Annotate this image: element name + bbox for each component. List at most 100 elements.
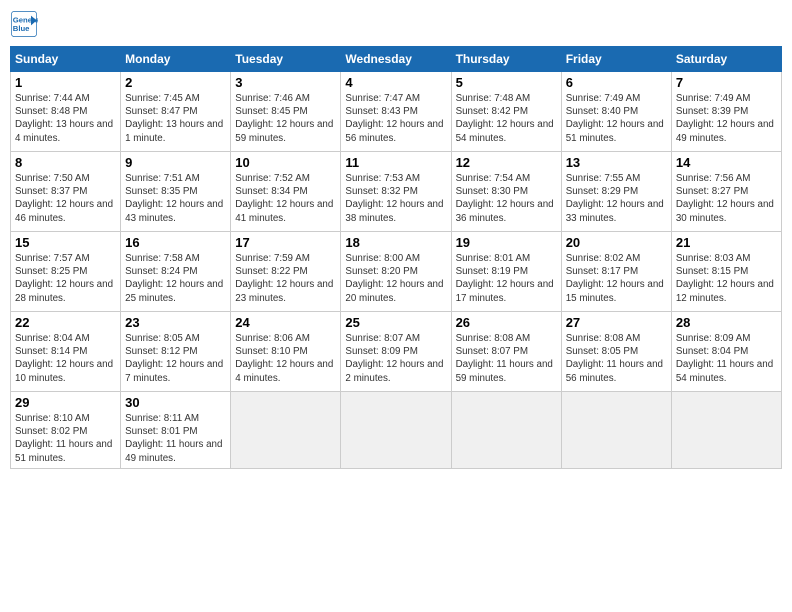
day-info: Sunrise: 8:02 AM Sunset: 8:17 PM Dayligh… <box>566 252 667 305</box>
day-cell-29: 29 Sunrise: 8:10 AM Sunset: 8:02 PM Dayl… <box>11 392 121 469</box>
day-cell-24: 24 Sunrise: 8:06 AM Sunset: 8:10 PM Dayl… <box>231 312 341 392</box>
day-cell-17: 17 Sunrise: 7:59 AM Sunset: 8:22 PM Dayl… <box>231 232 341 312</box>
day-cell-27: 27 Sunrise: 8:08 AM Sunset: 8:05 PM Dayl… <box>561 312 671 392</box>
day-cell-28: 28 Sunrise: 8:09 AM Sunset: 8:04 PM Dayl… <box>671 312 781 392</box>
day-info: Sunrise: 7:48 AM Sunset: 8:42 PM Dayligh… <box>456 92 557 145</box>
day-number: 6 <box>566 75 667 90</box>
empty-cell <box>561 392 671 469</box>
day-info: Sunrise: 7:51 AM Sunset: 8:35 PM Dayligh… <box>125 172 226 225</box>
svg-text:Blue: Blue <box>13 24 30 33</box>
day-number: 3 <box>235 75 336 90</box>
day-number: 12 <box>456 155 557 170</box>
day-number: 21 <box>676 235 777 250</box>
day-cell-22: 22 Sunrise: 8:04 AM Sunset: 8:14 PM Dayl… <box>11 312 121 392</box>
day-cell-3: 3 Sunrise: 7:46 AM Sunset: 8:45 PM Dayli… <box>231 72 341 152</box>
day-info: Sunrise: 7:53 AM Sunset: 8:32 PM Dayligh… <box>345 172 446 225</box>
day-number: 10 <box>235 155 336 170</box>
day-info: Sunrise: 7:49 AM Sunset: 8:39 PM Dayligh… <box>676 92 777 145</box>
day-cell-12: 12 Sunrise: 7:54 AM Sunset: 8:30 PM Dayl… <box>451 152 561 232</box>
day-cell-8: 8 Sunrise: 7:50 AM Sunset: 8:37 PM Dayli… <box>11 152 121 232</box>
calendar-week: 8 Sunrise: 7:50 AM Sunset: 8:37 PM Dayli… <box>11 152 782 232</box>
day-number: 28 <box>676 315 777 330</box>
day-cell-25: 25 Sunrise: 8:07 AM Sunset: 8:09 PM Dayl… <box>341 312 451 392</box>
day-number: 15 <box>15 235 116 250</box>
weekday-sunday: Sunday <box>11 47 121 72</box>
day-number: 8 <box>15 155 116 170</box>
day-cell-23: 23 Sunrise: 8:05 AM Sunset: 8:12 PM Dayl… <box>121 312 231 392</box>
day-cell-19: 19 Sunrise: 8:01 AM Sunset: 8:19 PM Dayl… <box>451 232 561 312</box>
day-cell-1: 1 Sunrise: 7:44 AM Sunset: 8:48 PM Dayli… <box>11 72 121 152</box>
day-info: Sunrise: 7:46 AM Sunset: 8:45 PM Dayligh… <box>235 92 336 145</box>
day-cell-30: 30 Sunrise: 8:11 AM Sunset: 8:01 PM Dayl… <box>121 392 231 469</box>
day-cell-14: 14 Sunrise: 7:56 AM Sunset: 8:27 PM Dayl… <box>671 152 781 232</box>
weekday-saturday: Saturday <box>671 47 781 72</box>
day-cell-13: 13 Sunrise: 7:55 AM Sunset: 8:29 PM Dayl… <box>561 152 671 232</box>
day-info: Sunrise: 7:52 AM Sunset: 8:34 PM Dayligh… <box>235 172 336 225</box>
day-info: Sunrise: 8:00 AM Sunset: 8:20 PM Dayligh… <box>345 252 446 305</box>
empty-cell <box>451 392 561 469</box>
weekday-monday: Monday <box>121 47 231 72</box>
weekday-tuesday: Tuesday <box>231 47 341 72</box>
day-number: 1 <box>15 75 116 90</box>
day-info: Sunrise: 7:56 AM Sunset: 8:27 PM Dayligh… <box>676 172 777 225</box>
weekday-wednesday: Wednesday <box>341 47 451 72</box>
day-cell-7: 7 Sunrise: 7:49 AM Sunset: 8:39 PM Dayli… <box>671 72 781 152</box>
day-number: 19 <box>456 235 557 250</box>
logo: General Blue <box>10 10 42 38</box>
day-number: 5 <box>456 75 557 90</box>
day-cell-16: 16 Sunrise: 7:58 AM Sunset: 8:24 PM Dayl… <box>121 232 231 312</box>
day-info: Sunrise: 8:08 AM Sunset: 8:07 PM Dayligh… <box>456 332 557 385</box>
day-info: Sunrise: 7:57 AM Sunset: 8:25 PM Dayligh… <box>15 252 116 305</box>
day-info: Sunrise: 7:59 AM Sunset: 8:22 PM Dayligh… <box>235 252 336 305</box>
day-info: Sunrise: 7:47 AM Sunset: 8:43 PM Dayligh… <box>345 92 446 145</box>
calendar-week: 29 Sunrise: 8:10 AM Sunset: 8:02 PM Dayl… <box>11 392 782 469</box>
day-info: Sunrise: 8:11 AM Sunset: 8:01 PM Dayligh… <box>125 412 226 465</box>
empty-cell <box>341 392 451 469</box>
weekday-thursday: Thursday <box>451 47 561 72</box>
day-info: Sunrise: 7:50 AM Sunset: 8:37 PM Dayligh… <box>15 172 116 225</box>
day-info: Sunrise: 8:06 AM Sunset: 8:10 PM Dayligh… <box>235 332 336 385</box>
day-number: 9 <box>125 155 226 170</box>
calendar-week: 22 Sunrise: 8:04 AM Sunset: 8:14 PM Dayl… <box>11 312 782 392</box>
calendar-week: 1 Sunrise: 7:44 AM Sunset: 8:48 PM Dayli… <box>11 72 782 152</box>
day-number: 22 <box>15 315 116 330</box>
calendar-body: 1 Sunrise: 7:44 AM Sunset: 8:48 PM Dayli… <box>11 72 782 469</box>
day-number: 4 <box>345 75 446 90</box>
day-info: Sunrise: 7:49 AM Sunset: 8:40 PM Dayligh… <box>566 92 667 145</box>
day-cell-26: 26 Sunrise: 8:08 AM Sunset: 8:07 PM Dayl… <box>451 312 561 392</box>
day-info: Sunrise: 7:45 AM Sunset: 8:47 PM Dayligh… <box>125 92 226 145</box>
day-cell-11: 11 Sunrise: 7:53 AM Sunset: 8:32 PM Dayl… <box>341 152 451 232</box>
empty-cell <box>671 392 781 469</box>
day-number: 2 <box>125 75 226 90</box>
day-number: 17 <box>235 235 336 250</box>
day-info: Sunrise: 8:04 AM Sunset: 8:14 PM Dayligh… <box>15 332 116 385</box>
day-cell-10: 10 Sunrise: 7:52 AM Sunset: 8:34 PM Dayl… <box>231 152 341 232</box>
calendar: SundayMondayTuesdayWednesdayThursdayFrid… <box>10 46 782 469</box>
day-number: 25 <box>345 315 446 330</box>
weekday-friday: Friday <box>561 47 671 72</box>
day-number: 13 <box>566 155 667 170</box>
day-info: Sunrise: 7:44 AM Sunset: 8:48 PM Dayligh… <box>15 92 116 145</box>
day-info: Sunrise: 8:01 AM Sunset: 8:19 PM Dayligh… <box>456 252 557 305</box>
day-info: Sunrise: 8:05 AM Sunset: 8:12 PM Dayligh… <box>125 332 226 385</box>
day-number: 23 <box>125 315 226 330</box>
day-cell-6: 6 Sunrise: 7:49 AM Sunset: 8:40 PM Dayli… <box>561 72 671 152</box>
day-number: 11 <box>345 155 446 170</box>
day-number: 16 <box>125 235 226 250</box>
day-number: 18 <box>345 235 446 250</box>
logo-icon: General Blue <box>10 10 38 38</box>
day-info: Sunrise: 7:54 AM Sunset: 8:30 PM Dayligh… <box>456 172 557 225</box>
day-number: 7 <box>676 75 777 90</box>
day-info: Sunrise: 7:55 AM Sunset: 8:29 PM Dayligh… <box>566 172 667 225</box>
day-number: 26 <box>456 315 557 330</box>
day-cell-4: 4 Sunrise: 7:47 AM Sunset: 8:43 PM Dayli… <box>341 72 451 152</box>
day-info: Sunrise: 8:03 AM Sunset: 8:15 PM Dayligh… <box>676 252 777 305</box>
day-cell-15: 15 Sunrise: 7:57 AM Sunset: 8:25 PM Dayl… <box>11 232 121 312</box>
day-info: Sunrise: 8:10 AM Sunset: 8:02 PM Dayligh… <box>15 412 116 465</box>
day-cell-18: 18 Sunrise: 8:00 AM Sunset: 8:20 PM Dayl… <box>341 232 451 312</box>
day-number: 27 <box>566 315 667 330</box>
day-number: 30 <box>125 395 226 410</box>
day-number: 29 <box>15 395 116 410</box>
day-number: 24 <box>235 315 336 330</box>
day-cell-21: 21 Sunrise: 8:03 AM Sunset: 8:15 PM Dayl… <box>671 232 781 312</box>
